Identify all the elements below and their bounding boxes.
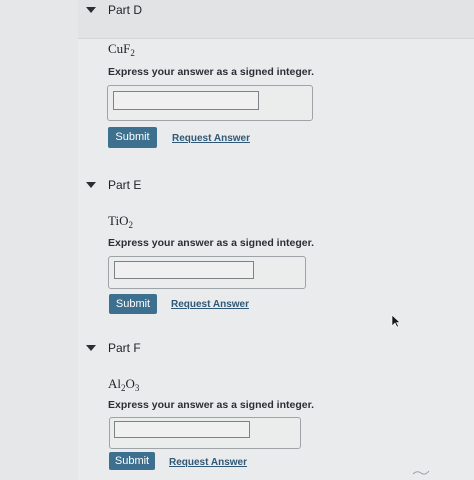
- part-d-request-answer-link[interactable]: Request Answer: [172, 133, 250, 144]
- part-d-answer-input[interactable]: [113, 91, 259, 110]
- part-e-instruction: Express your answer as a signed integer.: [108, 237, 315, 249]
- squiggle-mark-icon: [412, 470, 430, 475]
- chevron-down-icon[interactable]: [86, 345, 96, 351]
- part-e-request-answer-link[interactable]: Request Answer: [171, 299, 249, 310]
- part-d-formula: CuF2: [108, 41, 135, 58]
- part-f-request-answer-link[interactable]: Request Answer: [169, 457, 247, 468]
- part-f-answer-input[interactable]: [114, 421, 250, 438]
- part-f-instruction: Express your answer as a signed integer.: [108, 399, 315, 411]
- part-d-title: Part D: [108, 3, 143, 17]
- chevron-down-icon[interactable]: [86, 182, 96, 188]
- part-e-answer-input[interactable]: [114, 261, 254, 279]
- part-d-submit-button[interactable]: Submit: [108, 127, 157, 148]
- part-f-formula: Al2O3: [108, 376, 140, 393]
- mouse-pointer-icon: [391, 314, 401, 328]
- part-f-title: Part F: [108, 341, 141, 355]
- left-gutter: [0, 0, 78, 480]
- part-e-submit-button[interactable]: Submit: [109, 294, 157, 314]
- chevron-down-icon[interactable]: [86, 7, 96, 13]
- part-e-formula: TiO2: [108, 213, 133, 230]
- part-f-submit-button[interactable]: Submit: [109, 452, 155, 470]
- part-e-title: Part E: [108, 178, 142, 192]
- part-d-instruction: Express your answer as a signed integer.: [108, 66, 315, 78]
